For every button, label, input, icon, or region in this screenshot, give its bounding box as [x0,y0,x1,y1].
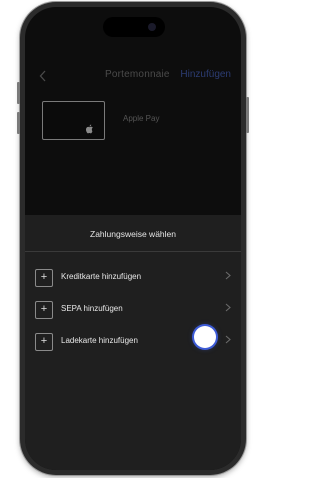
phone-frame: Portemonnaie Hinzufügen Apple Pay Zahlun… [17,2,249,475]
screen: Portemonnaie Hinzufügen Apple Pay Zahlun… [25,7,241,470]
list-item-credit-card[interactable]: + Kreditkarte hinzufügen [35,269,231,287]
sheet-title: Zahlungsweise wählen [90,229,176,239]
apple-pay-card[interactable] [42,101,105,140]
add-button[interactable]: Hinzufügen [180,69,231,80]
list-item-label: Ladekarte hinzufügen [61,336,138,345]
touch-indicator [194,326,216,348]
plus-icon: + [35,333,53,351]
chevron-right-icon [225,335,231,347]
power-button [246,97,249,133]
chevron-left-icon[interactable] [39,68,53,84]
list-item-label: Kreditkarte hinzufügen [61,272,142,281]
list-item-sepa[interactable]: + SEPA hinzufügen [35,301,231,319]
page-title: Portemonnaie [105,69,170,80]
chevron-right-icon [225,271,231,283]
volume-up-button [17,82,20,104]
navigation-bar: Portemonnaie Hinzufügen [25,65,241,87]
plus-icon: + [35,301,53,319]
plus-icon: + [35,269,53,287]
camera-icon [148,23,156,31]
apple-logo-icon [85,124,93,134]
volume-down-button [17,112,20,134]
divider [25,251,241,252]
card-label: Apple Pay [123,114,160,123]
list-item-label: SEPA hinzufügen [61,304,123,313]
chevron-right-icon [225,303,231,315]
dynamic-island [103,17,165,37]
